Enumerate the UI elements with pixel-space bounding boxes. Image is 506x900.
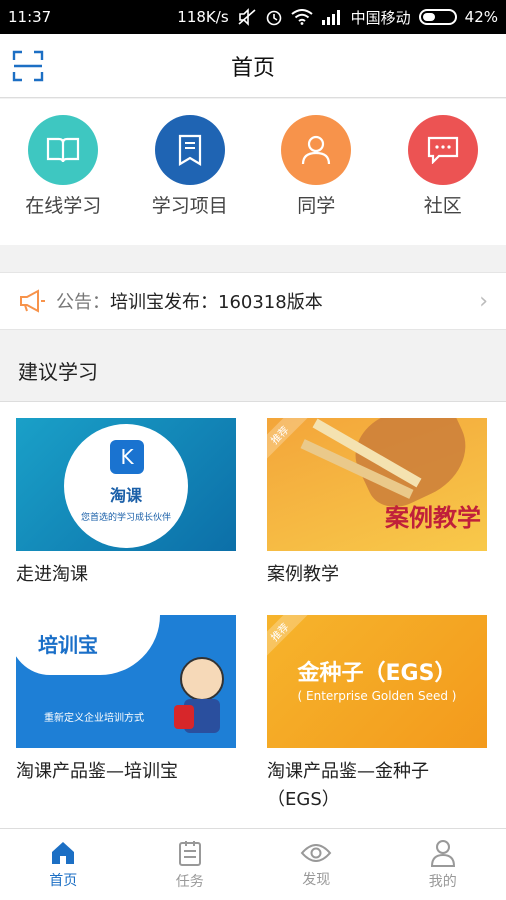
clipboard-icon xyxy=(178,840,201,866)
alarm-icon xyxy=(266,10,281,26)
signal-icon xyxy=(321,10,340,25)
course-thumbnail: 推荐 金种子（EGS） ( Enterprise Golden Seed ) xyxy=(267,615,487,748)
course-card[interactable]: K 淘课 您首选的学习成长伙伴 走进淘课 xyxy=(16,418,236,589)
tab-mine[interactable]: 我的 xyxy=(380,829,506,900)
person-icon xyxy=(281,115,352,185)
quick-label: 在线学习 xyxy=(25,195,102,217)
quick-label: 学习项目 xyxy=(151,195,228,217)
scan-icon[interactable] xyxy=(12,50,44,82)
bottom-tab-bar: 首页 任务 发现 我的 xyxy=(0,828,506,900)
course-title: 走进淘课 xyxy=(16,564,88,585)
course-card[interactable]: 推荐 金种子（EGS） ( Enterprise Golden Seed ) 淘… xyxy=(267,615,487,814)
quick-classmates[interactable]: 同学 xyxy=(253,99,380,245)
announcement-text: 培训宝发布：160318版本 xyxy=(110,292,323,313)
chat-icon xyxy=(407,115,478,185)
app-header: 首页 xyxy=(0,34,506,98)
home-icon xyxy=(52,841,75,864)
course-thumbnail: K 淘课 您首选的学习成长伙伴 xyxy=(16,418,236,551)
megaphone-icon xyxy=(20,289,45,313)
eye-icon xyxy=(300,843,332,862)
course-grid: K 淘课 您首选的学习成长伙伴 走进淘课 推荐 案例教学 案例教学 培训宝 重新… xyxy=(0,402,506,828)
tab-label: 我的 xyxy=(428,873,457,890)
course-title: 淘课产品鉴—金种子（EGS） xyxy=(267,761,429,810)
announcement-prefix: 公告： xyxy=(56,292,110,313)
course-thumbnail: 推荐 案例教学 xyxy=(267,418,487,551)
thumb-title: 案例教学 xyxy=(385,504,481,532)
course-title: 案例教学 xyxy=(267,564,339,585)
battery-icon xyxy=(418,9,457,25)
mascot-icon xyxy=(180,657,224,701)
tab-label: 任务 xyxy=(175,873,204,890)
status-bar: 11:37 118K/s 中国移动 42% xyxy=(0,0,506,34)
mute-icon xyxy=(238,8,256,26)
network-speed: 118K/s xyxy=(177,8,229,26)
tab-tasks[interactable]: 任务 xyxy=(127,829,254,900)
bookmark-icon xyxy=(154,115,225,185)
quick-label: 同学 xyxy=(297,195,336,217)
user-icon xyxy=(430,839,455,867)
quick-community[interactable]: 社区 xyxy=(380,99,506,245)
announcement-bar[interactable]: 公告： 培训宝发布：160318版本 › xyxy=(0,272,506,330)
quick-label: 社区 xyxy=(423,195,462,217)
page-title: 首页 xyxy=(230,55,275,81)
taoke-logo-icon: K xyxy=(110,440,144,474)
quick-entry-row: 在线学习 学习项目 同学 社区 xyxy=(0,99,506,245)
thumb-subtitle: 重新定义企业培训方式 xyxy=(44,713,144,724)
chevron-right-icon: › xyxy=(479,288,488,314)
tab-home[interactable]: 首页 xyxy=(0,829,127,900)
tab-label: 首页 xyxy=(49,872,78,889)
course-card[interactable]: 培训宝 重新定义企业培训方式 淘课产品鉴—培训宝 xyxy=(16,615,236,786)
quick-learning-projects[interactable]: 学习项目 xyxy=(127,99,254,245)
thumb-title: 培训宝 xyxy=(38,633,98,657)
status-time: 11:37 xyxy=(8,8,52,26)
thumb-subtitle: 您首选的学习成长伙伴 xyxy=(80,513,171,523)
course-card[interactable]: 推荐 案例教学 案例教学 xyxy=(267,418,487,589)
thumb-title: 淘课 xyxy=(109,486,142,505)
tab-label: 发现 xyxy=(302,871,331,888)
thumb-subtitle: ( Enterprise Golden Seed ) xyxy=(297,689,457,703)
book-icon xyxy=(28,115,99,185)
section-title: 建议学习 xyxy=(0,340,506,402)
wifi-icon xyxy=(291,9,313,25)
battery-percent: 42% xyxy=(464,8,498,26)
tab-discover[interactable]: 发现 xyxy=(253,829,380,900)
course-title: 淘课产品鉴—培训宝 xyxy=(16,761,178,782)
carrier-name: 中国移动 xyxy=(350,8,411,27)
quick-online-learning[interactable]: 在线学习 xyxy=(0,99,127,245)
course-thumbnail: 培训宝 重新定义企业培训方式 xyxy=(16,615,236,748)
thumb-title: 金种子（EGS） xyxy=(297,661,457,686)
